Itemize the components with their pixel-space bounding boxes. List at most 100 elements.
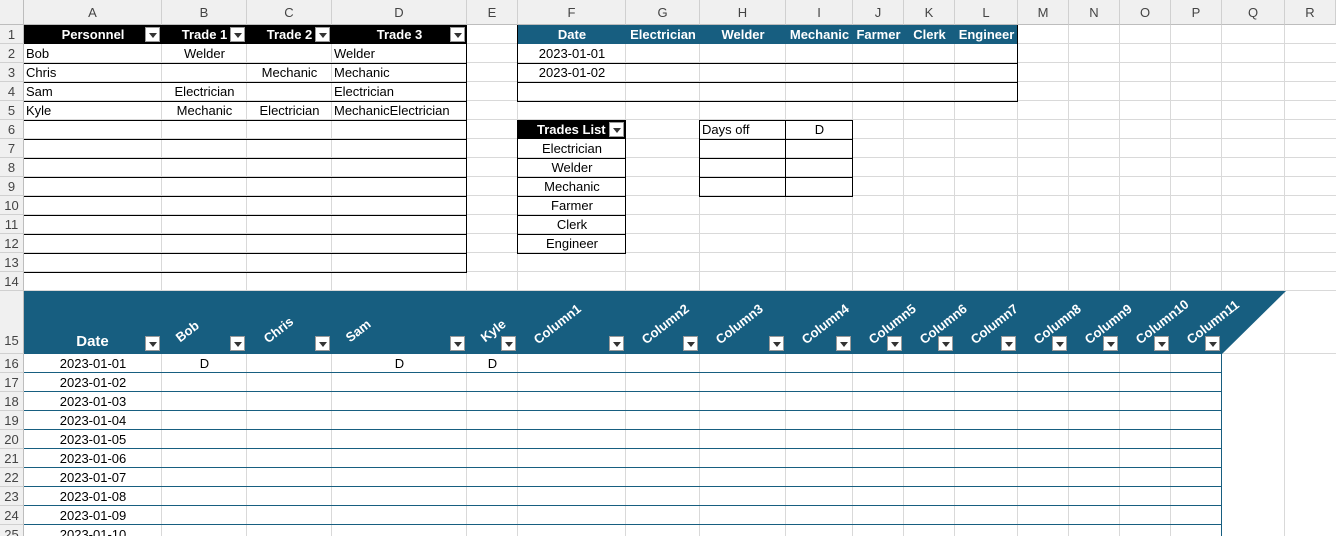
trade-cell[interactable] bbox=[162, 63, 247, 82]
filter-dropdown-icon[interactable] bbox=[836, 336, 851, 351]
row-header-20[interactable]: 20 bbox=[0, 430, 24, 449]
column-header-j[interactable]: J bbox=[853, 0, 904, 25]
trade-item[interactable]: Clerk bbox=[518, 215, 626, 234]
days-off-label[interactable]: Days off bbox=[702, 120, 784, 139]
schedule-date[interactable]: 2023-01-08 bbox=[24, 487, 162, 506]
row-header-9[interactable]: 9 bbox=[0, 177, 24, 196]
row-header-4[interactable]: 4 bbox=[0, 82, 24, 101]
schedule-date[interactable]: 2023-01-09 bbox=[24, 506, 162, 525]
row-header-5[interactable]: 5 bbox=[0, 101, 24, 120]
row-header-21[interactable]: 21 bbox=[0, 449, 24, 468]
filter-dropdown-icon[interactable] bbox=[450, 336, 465, 351]
personnel-name[interactable]: Bob bbox=[26, 44, 160, 63]
row-header-12[interactable]: 12 bbox=[0, 234, 24, 253]
row-header-7[interactable]: 7 bbox=[0, 139, 24, 158]
trade-cell[interactable]: Mechanic bbox=[334, 63, 465, 82]
date-cell[interactable]: 2023-01-01 bbox=[518, 44, 626, 63]
row-header-11[interactable]: 11 bbox=[0, 215, 24, 234]
schedule-date[interactable]: 2023-01-03 bbox=[24, 392, 162, 411]
personnel-name[interactable]: Kyle bbox=[26, 101, 160, 120]
schedule-date-header[interactable]: Date bbox=[24, 332, 161, 352]
row-header-18[interactable]: 18 bbox=[0, 392, 24, 411]
filter-dropdown-icon[interactable] bbox=[230, 336, 245, 351]
filter-dropdown-icon[interactable] bbox=[501, 336, 516, 351]
row-header-22[interactable]: 22 bbox=[0, 468, 24, 487]
filter-dropdown-icon[interactable] bbox=[1103, 336, 1118, 351]
day-off-mark[interactable]: D bbox=[332, 354, 467, 373]
trade-cell[interactable]: Welder bbox=[334, 44, 465, 63]
column-header-q[interactable]: Q bbox=[1222, 0, 1285, 25]
column-header-a[interactable]: A bbox=[24, 0, 162, 25]
column-header-f[interactable]: F bbox=[518, 0, 626, 25]
trade-cell[interactable]: Electrician bbox=[247, 101, 332, 120]
column-header-o[interactable]: O bbox=[1120, 0, 1171, 25]
trade-item[interactable]: Farmer bbox=[518, 196, 626, 215]
column-header-k[interactable]: K bbox=[904, 0, 955, 25]
trade3-header[interactable]: Trade 3 bbox=[332, 25, 467, 44]
column-header-d[interactable]: D bbox=[332, 0, 467, 25]
column-header-i[interactable]: I bbox=[786, 0, 853, 25]
filter-dropdown-icon[interactable] bbox=[145, 27, 160, 42]
filter-dropdown-icon[interactable] bbox=[315, 27, 330, 42]
personnel-name[interactable]: Sam bbox=[26, 82, 160, 101]
trade-cell[interactable]: MechanicElectrician bbox=[334, 101, 465, 120]
welder-header[interactable]: Welder bbox=[700, 25, 786, 44]
row-header-24[interactable]: 24 bbox=[0, 506, 24, 525]
row-header-23[interactable]: 23 bbox=[0, 487, 24, 506]
column-header-c[interactable]: C bbox=[247, 0, 332, 25]
column-header-h[interactable]: H bbox=[700, 0, 786, 25]
trade-cell[interactable]: Mechanic bbox=[247, 63, 332, 82]
row-header-15[interactable]: 15 bbox=[0, 291, 24, 354]
schedule-date[interactable]: 2023-01-10 bbox=[24, 525, 162, 536]
filter-dropdown-icon[interactable] bbox=[450, 27, 465, 42]
row-header-25[interactable]: 25 bbox=[0, 525, 24, 536]
filter-dropdown-icon[interactable] bbox=[1001, 336, 1016, 351]
personnel-header[interactable]: Personnel bbox=[24, 25, 162, 44]
column-header-l[interactable]: L bbox=[955, 0, 1018, 25]
date-cell[interactable]: 2023-01-02 bbox=[518, 63, 626, 82]
trade-item[interactable]: Welder bbox=[518, 158, 626, 177]
trade-item[interactable]: Engineer bbox=[518, 234, 626, 253]
schedule-date[interactable]: 2023-01-01 bbox=[24, 354, 162, 373]
row-header-8[interactable]: 8 bbox=[0, 158, 24, 177]
row-header-2[interactable]: 2 bbox=[0, 44, 24, 63]
farmer-header[interactable]: Farmer bbox=[853, 25, 904, 44]
trade-cell[interactable]: Welder bbox=[162, 44, 247, 63]
schedule-date[interactable]: 2023-01-07 bbox=[24, 468, 162, 487]
mechanic-header[interactable]: Mechanic bbox=[786, 25, 853, 44]
filter-dropdown-icon[interactable] bbox=[1205, 336, 1220, 351]
row-header-17[interactable]: 17 bbox=[0, 373, 24, 392]
schedule-date[interactable]: 2023-01-06 bbox=[24, 449, 162, 468]
personnel-name[interactable]: Chris bbox=[26, 63, 160, 82]
row-header-13[interactable]: 13 bbox=[0, 253, 24, 272]
column-header-b[interactable]: B bbox=[162, 0, 247, 25]
schedule-date[interactable]: 2023-01-02 bbox=[24, 373, 162, 392]
schedule-date[interactable]: 2023-01-05 bbox=[24, 430, 162, 449]
trade-item[interactable]: Mechanic bbox=[518, 177, 626, 196]
days-off-value[interactable]: D bbox=[786, 120, 853, 139]
column-header-m[interactable]: M bbox=[1018, 0, 1069, 25]
trade-cell[interactable] bbox=[247, 82, 332, 101]
column-header-r[interactable]: R bbox=[1285, 0, 1336, 25]
column-header-n[interactable]: N bbox=[1069, 0, 1120, 25]
day-off-mark[interactable]: D bbox=[467, 354, 518, 373]
row-header-10[interactable]: 10 bbox=[0, 196, 24, 215]
schedule-date[interactable]: 2023-01-04 bbox=[24, 411, 162, 430]
filter-dropdown-icon[interactable] bbox=[315, 336, 330, 351]
column-header-p[interactable]: P bbox=[1171, 0, 1222, 25]
trade-item[interactable]: Electrician bbox=[518, 139, 626, 158]
filter-dropdown-icon[interactable] bbox=[609, 336, 624, 351]
filter-dropdown-icon[interactable] bbox=[145, 336, 160, 351]
row-header-19[interactable]: 19 bbox=[0, 411, 24, 430]
row-header-1[interactable]: 1 bbox=[0, 25, 24, 44]
column-header-e[interactable]: E bbox=[467, 0, 518, 25]
filter-dropdown-icon[interactable] bbox=[1052, 336, 1067, 351]
filter-dropdown-icon[interactable] bbox=[683, 336, 698, 351]
column-header-g[interactable]: G bbox=[626, 0, 700, 25]
trade-cell[interactable]: Electrician bbox=[334, 82, 465, 101]
trade-cell[interactable]: Electrician bbox=[162, 82, 247, 101]
filter-dropdown-icon[interactable] bbox=[230, 27, 245, 42]
row-header-16[interactable]: 16 bbox=[0, 354, 24, 373]
date-header[interactable]: Date bbox=[518, 25, 626, 44]
select-all-corner[interactable] bbox=[0, 0, 24, 25]
